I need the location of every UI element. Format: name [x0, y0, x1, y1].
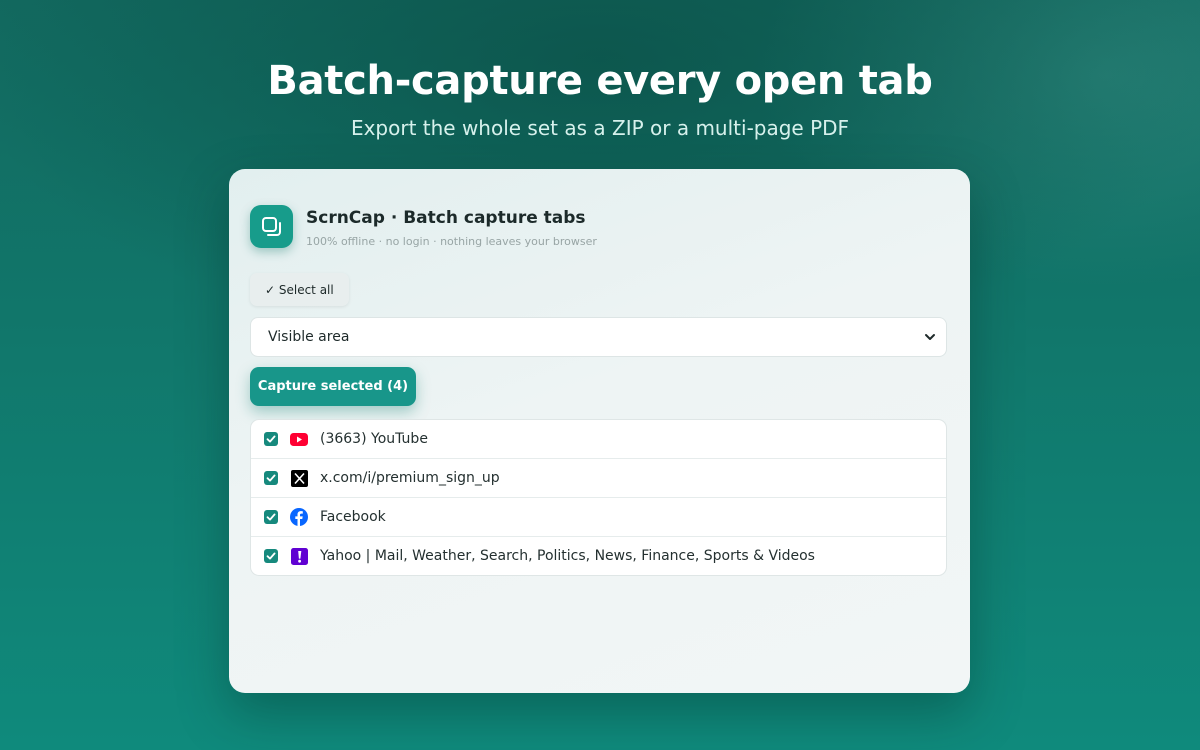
capture-panel: ScrnCap · Batch capture tabs 100% offlin…: [229, 169, 970, 693]
tab-checkbox[interactable]: [264, 549, 278, 563]
facebook-icon: [290, 508, 308, 526]
capture-mode-select[interactable]: Visible area: [250, 317, 947, 357]
tab-checkbox[interactable]: [264, 432, 278, 446]
tab-title: Facebook: [320, 509, 386, 525]
youtube-icon: [290, 430, 308, 448]
tab-checkbox[interactable]: [264, 510, 278, 524]
tab-row[interactable]: Yahoo | Mail, Weather, Search, Politics,…: [251, 537, 946, 575]
app-title: ScrnCap · Batch capture tabs: [306, 208, 586, 228]
tab-title: (3663) YouTube: [320, 431, 428, 447]
stacked-squares-icon: [250, 205, 293, 248]
yahoo-icon: [290, 547, 308, 565]
app-tagline: 100% offline · no login · nothing leaves…: [306, 235, 597, 248]
tab-row[interactable]: x.com/i/premium_sign_up: [251, 459, 946, 498]
capture-mode-value: Visible area: [268, 329, 350, 345]
tab-row[interactable]: Facebook: [251, 498, 946, 537]
tab-list: (3663) YouTube x.com/i/premium_sign_up F…: [250, 419, 947, 576]
tab-checkbox[interactable]: [264, 471, 278, 485]
tab-row[interactable]: (3663) YouTube: [251, 420, 946, 459]
hero-subtitle: Export the whole set as a ZIP or a multi…: [350, 116, 850, 140]
tab-title: x.com/i/premium_sign_up: [320, 470, 500, 486]
x-icon: [290, 469, 308, 487]
chevron-down-icon: [924, 328, 936, 347]
capture-selected-button[interactable]: Capture selected (4): [250, 367, 416, 406]
select-all-button[interactable]: ✓ Select all: [250, 273, 349, 306]
tab-title: Yahoo | Mail, Weather, Search, Politics,…: [320, 548, 815, 564]
hero-title: Batch-capture every open tab: [267, 58, 933, 104]
